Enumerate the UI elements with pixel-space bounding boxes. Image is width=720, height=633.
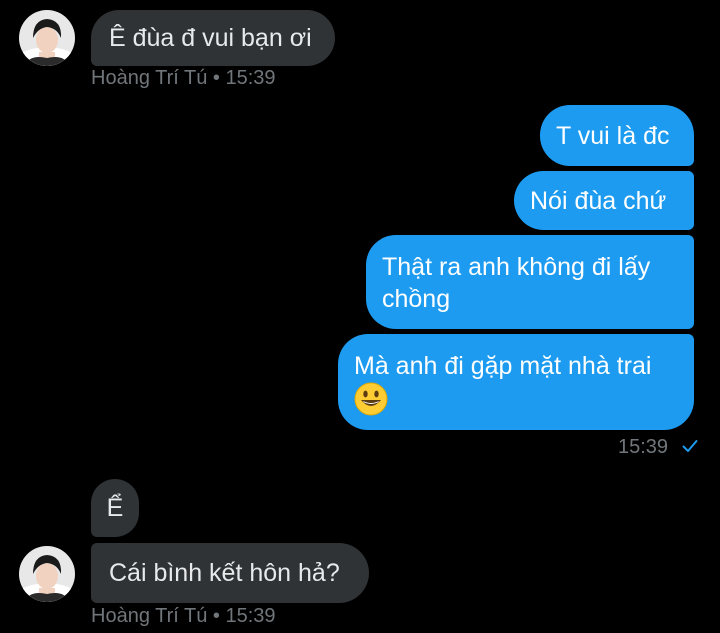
incoming-message[interactable]: Ê đùa đ vui bạn ơi — [91, 10, 335, 66]
avatar[interactable] — [19, 546, 75, 602]
message-text: Nói đùa chứ — [530, 186, 667, 215]
message-time: 15:39 — [225, 605, 276, 627]
outgoing-message[interactable]: Nói đùa chứ — [514, 171, 694, 230]
message-meta: Hoàng Trí Tú • 15:39 — [91, 67, 276, 90]
incoming-message[interactable]: Cái bình kết hôn hả? — [91, 543, 369, 603]
message-text: Cái bình kết hôn hả? — [109, 559, 340, 587]
outgoing-message[interactable]: T vui là đc — [540, 105, 694, 166]
sent-check-icon — [682, 436, 698, 459]
sender-name[interactable]: Hoàng Trí Tú — [91, 605, 207, 627]
message-text: Ê đùa đ vui bạn ơi — [109, 24, 312, 52]
message-meta: Hoàng Trí Tú • 15:39 — [91, 605, 276, 628]
message-text: T vui là đc — [556, 121, 670, 150]
message-time: 15:39 — [618, 436, 669, 458]
outgoing-message[interactable]: Mà anh đi gặp mặt nhà trai — [338, 334, 694, 430]
message-meta: 15:39 — [618, 436, 698, 459]
avatar-image — [19, 10, 75, 66]
sender-name[interactable]: Hoàng Trí Tú — [91, 67, 207, 89]
message-text: Thật ra anh không đi lấy chồng — [382, 253, 651, 313]
incoming-message[interactable]: Ể — [91, 479, 139, 537]
message-text: Ể — [106, 494, 124, 522]
avatar[interactable] — [19, 10, 75, 66]
message-time: 15:39 — [225, 67, 276, 89]
message-text: Mà anh đi gặp mặt nhà trai — [354, 352, 652, 380]
outgoing-message[interactable]: Thật ra anh không đi lấy chồng — [366, 235, 694, 329]
meta-separator: • — [212, 67, 220, 89]
grinning-face-icon — [354, 382, 388, 424]
avatar-image — [19, 546, 75, 602]
meta-separator: • — [212, 605, 220, 627]
